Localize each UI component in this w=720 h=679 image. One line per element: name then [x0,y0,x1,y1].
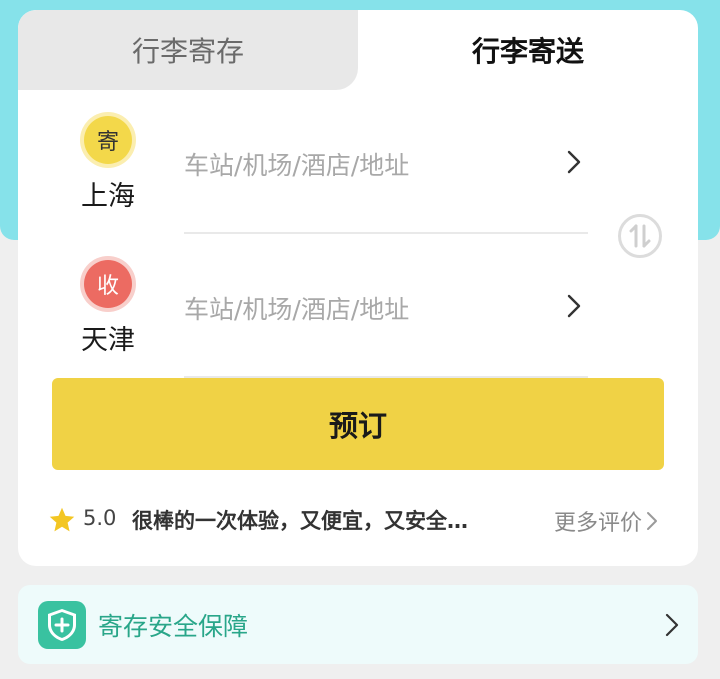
more-reviews-label: 更多评价 [554,511,643,536]
send-city[interactable]: 上海 [76,174,140,213]
receive-row: 收 天津 车站/机场/酒店/地址 [18,256,698,386]
book-button[interactable]: 预订 [52,378,664,470]
chevron-right-icon [567,294,581,318]
more-reviews-link[interactable]: 更多评价 [554,505,658,537]
shield-plus-icon [38,601,86,649]
send-row: 寄 上海 车站/机场/酒店/地址 [18,112,698,242]
receive-address-field[interactable]: 车站/机场/酒店/地址 [184,256,588,378]
review-summary: 5.0 很棒的一次体验，又便宜，又安全… 更多评价 [48,504,668,536]
send-address-field[interactable]: 车站/机场/酒店/地址 [184,112,588,234]
tab-luggage-delivery[interactable]: 行李寄送 [358,10,698,90]
chevron-right-icon [647,512,658,530]
chevron-right-icon [665,613,679,637]
safety-guarantee-banner[interactable]: 寄存安全保障 [18,585,698,664]
tab-label: 行李寄存 [131,35,244,68]
receive-city[interactable]: 天津 [76,318,140,357]
receive-address-placeholder: 车站/机场/酒店/地址 [184,295,410,324]
send-address-placeholder: 车站/机场/酒店/地址 [184,151,410,180]
swap-button[interactable] [618,214,662,258]
swap-icon [629,224,651,248]
chevron-right-icon [567,150,581,174]
receive-badge: 收 [84,260,132,308]
rating-value: 5.0 [83,506,117,530]
booking-card: 行李寄存 行李寄送 寄 上海 车站/机场/酒店/地址 收 天津 车站/机场/酒店… [18,10,698,566]
star-icon [49,507,75,532]
review-text: 很棒的一次体验，又便宜，又安全… [132,509,468,533]
safety-label: 寄存安全保障 [98,612,249,641]
tab-label: 行李寄送 [471,35,584,68]
tab-luggage-storage[interactable]: 行李寄存 [18,10,358,90]
send-badge: 寄 [84,116,132,164]
